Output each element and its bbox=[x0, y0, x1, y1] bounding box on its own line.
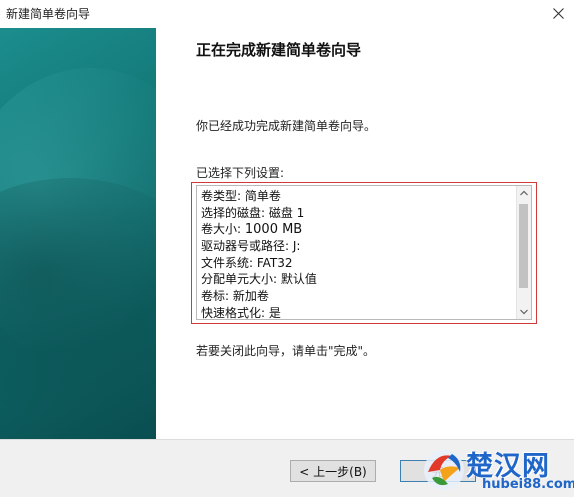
settings-item-quick-format: 快速格式化: 是 bbox=[201, 305, 281, 320]
settings-item-file-system: 文件系统: FAT32 bbox=[201, 255, 293, 270]
settings-item-volume-type: 卷类型: 简单卷 bbox=[201, 189, 281, 203]
settings-item-allocation-unit: 分配单元大小: 默认值 bbox=[201, 272, 317, 287]
scroll-thumb[interactable] bbox=[519, 204, 528, 288]
title-bar: 新建简单卷向导 bbox=[0, 0, 574, 28]
chevron-up-icon bbox=[520, 190, 528, 196]
back-button[interactable]: < 上一步(B) bbox=[290, 460, 376, 482]
wizard-sidebar-banner bbox=[0, 28, 156, 439]
settings-listbox[interactable]: 卷类型: 简单卷 选择的磁盘: 磁盘 1 卷大小: 1000 MB 驱动器号或路… bbox=[196, 185, 532, 320]
wizard-content: 正在完成新建简单卷向导 你已经成功完成新建简单卷向导。 已选择下列设置: 卷类型… bbox=[156, 28, 574, 439]
page-title: 正在完成新建简单卷向导 bbox=[196, 41, 362, 59]
settings-item-drive-letter: 驱动器号或路径: J: bbox=[201, 239, 301, 254]
close-button[interactable] bbox=[546, 2, 570, 24]
settings-label: 已选择下列设置: bbox=[196, 166, 285, 180]
scroll-up-button[interactable] bbox=[517, 186, 531, 200]
scroll-down-button[interactable] bbox=[517, 305, 531, 319]
wizard-footer: < 上一步(B) 完 bbox=[0, 439, 574, 497]
close-icon bbox=[552, 7, 564, 19]
sidebar-decoration-shadow bbox=[0, 178, 156, 418]
settings-item-volume-label: 卷标: 新加卷 bbox=[201, 289, 269, 304]
settings-list: 卷类型: 简单卷 选择的磁盘: 磁盘 1 卷大小: 1000 MB 驱动器号或路… bbox=[201, 188, 515, 320]
finish-button[interactable]: 完 bbox=[400, 460, 476, 482]
settings-item-volume-size: 卷大小: 1000 MB bbox=[201, 221, 515, 238]
closing-note: 若要关闭此向导，请单击"完成"。 bbox=[196, 344, 376, 358]
volume-size-value: 1000 MB bbox=[244, 222, 303, 238]
settings-scrollbar[interactable] bbox=[516, 186, 531, 319]
intro-text: 你已经成功完成新建简单卷向导。 bbox=[196, 119, 377, 133]
chevron-down-icon bbox=[520, 309, 528, 315]
settings-item-disk: 选择的磁盘: 磁盘 1 bbox=[201, 205, 305, 220]
volume-size-label: 卷大小: bbox=[201, 222, 242, 237]
window-title: 新建简单卷向导 bbox=[6, 7, 91, 21]
